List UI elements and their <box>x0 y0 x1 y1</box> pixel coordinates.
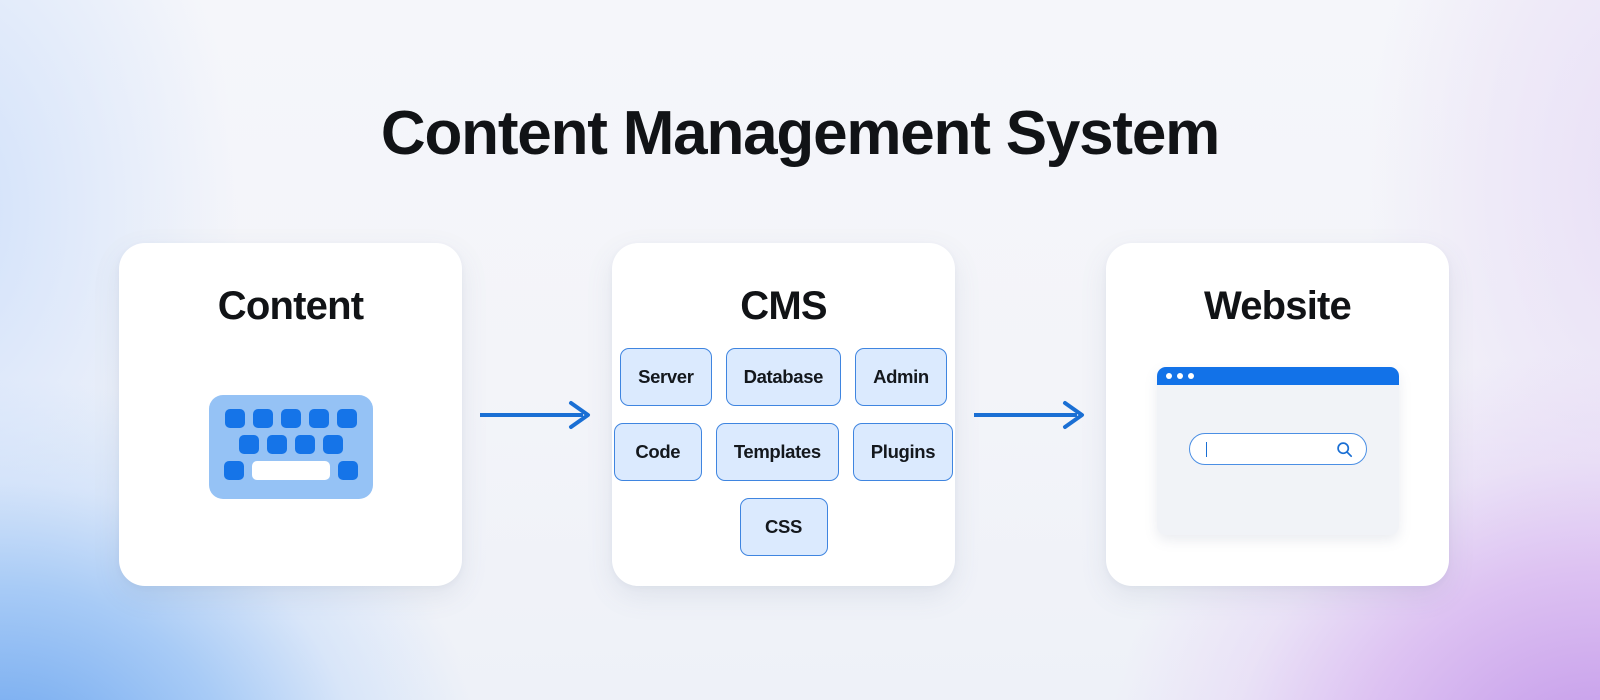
cms-tag-server[interactable]: Server <box>620 348 712 406</box>
keyboard-key <box>336 409 357 428</box>
browser-mockup <box>1156 367 1399 535</box>
keyboard-key <box>238 435 259 454</box>
page-title: Content Management System <box>380 99 1220 168</box>
cms-tag-css[interactable]: CSS <box>739 498 828 556</box>
cms-tag-code[interactable]: Code <box>613 423 702 481</box>
card-title-content: Content <box>217 284 364 328</box>
browser-dot-icon <box>1165 373 1172 379</box>
cms-tag-templates[interactable]: Templates <box>715 423 839 481</box>
keyboard-row-middle <box>221 435 361 454</box>
keyboard-key <box>223 461 244 480</box>
search-icon[interactable] <box>1336 441 1353 458</box>
cms-tag-database[interactable]: Database <box>725 348 842 406</box>
keyboard-key <box>280 409 301 428</box>
keyboard-key <box>294 435 315 454</box>
cms-tag-row-3: CSS <box>612 498 955 556</box>
keyboard-icon <box>208 395 373 499</box>
browser-dot-icon <box>1187 373 1194 379</box>
cms-tag-grid: Server Database Admin Code Templates Plu… <box>612 348 955 556</box>
arrow-right-icon-2 <box>974 401 1084 429</box>
keyboard-key <box>252 409 273 428</box>
keyboard-key <box>266 435 287 454</box>
card-content: Content <box>119 243 462 586</box>
cms-tag-admin[interactable]: Admin <box>855 348 947 406</box>
keyboard-spacebar <box>251 461 330 480</box>
keyboard-row-top <box>221 409 361 428</box>
cms-tag-row-1: Server Database Admin <box>612 348 955 406</box>
diagram-stage: Content Management System Content CMS Se… <box>0 0 1600 700</box>
card-cms: CMS Server Database Admin Code Templates… <box>612 243 955 586</box>
card-title-website: Website <box>1203 284 1352 328</box>
keyboard-key <box>308 409 329 428</box>
keyboard-row-bottom <box>221 461 361 480</box>
cms-tag-row-2: Code Templates Plugins <box>612 423 955 481</box>
card-website: Website <box>1106 243 1449 586</box>
browser-viewport <box>1157 385 1399 535</box>
arrow-right-icon-1 <box>480 401 590 429</box>
text-caret <box>1205 441 1208 457</box>
cms-tag-plugins[interactable]: Plugins <box>852 423 954 481</box>
browser-dot-icon <box>1176 373 1183 379</box>
card-title-cms: CMS <box>740 284 827 328</box>
keyboard-key <box>337 461 358 480</box>
keyboard-key <box>322 435 343 454</box>
search-input[interactable] <box>1188 433 1367 465</box>
browser-title-bar <box>1156 367 1399 385</box>
keyboard-key <box>224 409 245 428</box>
